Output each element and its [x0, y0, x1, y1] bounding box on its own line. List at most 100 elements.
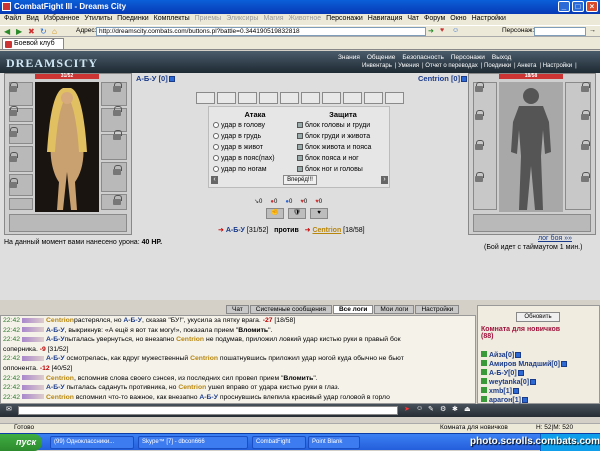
room-user-name[interactable]: weytanka[0]: [489, 379, 529, 386]
exit-icon[interactable]: ⏏: [464, 405, 471, 413]
chat-nick[interactable]: А-Б-У: [123, 317, 142, 324]
heal-action-button[interactable]: ♥: [310, 208, 328, 219]
skill-slot[interactable]: [259, 92, 278, 104]
start-button[interactable]: пуск: [0, 434, 42, 451]
room-user[interactable]: А-Б-У[0]: [481, 369, 524, 377]
attack-go-button[interactable]: Вперёд!!!: [283, 175, 317, 185]
chat-tab[interactable]: Настройки: [415, 305, 460, 314]
menu-item[interactable]: Навигация: [368, 15, 403, 22]
menu-item[interactable]: Комплекты: [154, 15, 190, 22]
menu-item[interactable]: Персонажи: [326, 15, 363, 22]
checkbox-icon[interactable]: [297, 133, 303, 140]
room-user-name[interactable]: Айза[0]: [489, 352, 514, 359]
quick-slots[interactable]: [9, 214, 127, 232]
info-icon[interactable]: [512, 388, 519, 395]
info-icon[interactable]: [168, 76, 175, 83]
menu-item[interactable]: Приемы: [195, 15, 222, 22]
minimize-button[interactable]: _: [558, 1, 570, 12]
site-nav-subitem[interactable]: Анкета: [517, 63, 536, 69]
chat-tab[interactable]: Системные сообщения: [249, 305, 332, 314]
room-user[interactable]: Айза[0]: [481, 351, 522, 359]
room-user-name[interactable]: арагон[1]: [489, 397, 521, 404]
forward-icon[interactable]: ▶: [16, 27, 22, 36]
skill-slot[interactable]: [196, 92, 215, 104]
search-go-icon[interactable]: →: [589, 27, 596, 34]
skill-slot[interactable]: [217, 92, 236, 104]
menu-item[interactable]: Настройки: [472, 15, 506, 22]
menu-item[interactable]: Вид: [26, 15, 39, 22]
block-option[interactable]: блок ног и головы: [297, 166, 363, 173]
filter-icon[interactable]: ⚙: [440, 405, 446, 413]
chat-tab[interactable]: Чат: [226, 305, 249, 314]
battle-log-link[interactable]: лог боя »»: [538, 235, 572, 242]
attack-option[interactable]: удар по ногам: [213, 166, 267, 173]
menu-item[interactable]: Окно: [450, 15, 466, 22]
block-option[interactable]: блок головы и груди: [297, 122, 370, 129]
back-icon[interactable]: ◀: [4, 27, 10, 36]
smile-icon[interactable]: ☺: [416, 405, 423, 412]
skill-slot[interactable]: [364, 92, 383, 104]
menu-item[interactable]: Поединки: [117, 15, 149, 22]
skill-slot[interactable]: [280, 92, 299, 104]
attack-option[interactable]: удар в пояс(пах): [213, 155, 275, 162]
menu-item[interactable]: Магия: [263, 15, 283, 22]
chat-nick[interactable]: Centrion: [46, 317, 74, 324]
chat-tab[interactable]: Все логи: [332, 305, 374, 314]
info-icon[interactable]: [521, 397, 528, 404]
block-action-button[interactable]: 🛡: [288, 208, 306, 219]
checkbox-icon[interactable]: [297, 155, 303, 162]
taskbar-item[interactable]: Skype™ [7] - dbcon666: [138, 436, 248, 449]
chat-nick[interactable]: Centrion: [46, 375, 74, 382]
attack-option[interactable]: удар в грудь: [213, 133, 261, 140]
player-name[interactable]: А-Б-У [0]: [136, 74, 175, 83]
site-nav-subitem[interactable]: Поединки: [484, 63, 511, 69]
info-icon[interactable]: [515, 352, 522, 359]
site-nav-item[interactable]: Выход: [492, 54, 511, 61]
block-option[interactable]: блок живота и пояса: [297, 144, 371, 151]
clear-icon[interactable]: ✎: [428, 405, 434, 413]
chat-nick[interactable]: Centrion: [190, 355, 218, 362]
radio-icon[interactable]: [213, 122, 219, 129]
room-user-name[interactable]: А-Б-У[0]: [489, 370, 517, 377]
info-icon[interactable]: [560, 361, 567, 368]
hit-action-button[interactable]: ✊: [266, 208, 284, 219]
site-nav-item[interactable]: Знания: [338, 54, 360, 61]
checkbox-icon[interactable]: [297, 144, 303, 151]
room-user-name[interactable]: Амиров Младший[0]: [489, 361, 560, 368]
chat-nick[interactable]: Centrion: [176, 336, 204, 343]
translit-icon[interactable]: ✱: [452, 405, 458, 413]
skill-slot[interactable]: [385, 92, 404, 104]
radio-icon[interactable]: [213, 166, 219, 173]
bookmark-icon[interactable]: ♥: [440, 27, 444, 34]
skill-slot[interactable]: [343, 92, 362, 104]
room-user[interactable]: Амиров Младший[0]: [481, 360, 567, 368]
chat-nick[interactable]: А-Б-У: [46, 384, 65, 391]
taskbar-item[interactable]: CombatFight: [252, 436, 306, 449]
skill-slot[interactable]: [322, 92, 341, 104]
chevron-left-icon[interactable]: ‹: [211, 176, 218, 184]
site-nav-subitem[interactable]: Инвентарь: [362, 63, 392, 69]
refresh-icon[interactable]: ↻: [40, 27, 47, 36]
user-icon[interactable]: ☺: [452, 27, 459, 34]
site-nav-item[interactable]: Персонажи: [451, 54, 485, 61]
chat-nick[interactable]: А-Б-У: [46, 336, 65, 343]
stop-icon[interactable]: ✖: [28, 27, 35, 36]
taskbar-item[interactable]: (99) Одноклассники...: [50, 436, 134, 449]
enemy-name[interactable]: Centrion [0]: [418, 74, 468, 83]
site-nav-subitem[interactable]: Настройки: [543, 63, 572, 69]
room-user[interactable]: xmb[1]: [481, 387, 519, 395]
maximize-button[interactable]: □: [572, 1, 584, 12]
menu-item[interactable]: Избранное: [44, 15, 79, 22]
radio-icon[interactable]: [213, 133, 219, 140]
go-icon[interactable]: ➜: [428, 27, 434, 35]
radio-icon[interactable]: [213, 155, 219, 162]
menu-item[interactable]: Утилиты: [84, 15, 112, 22]
menu-item[interactable]: Файл: [4, 15, 21, 22]
address-input[interactable]: http://dreamscity.combats.com/buttons.pl…: [96, 27, 426, 36]
info-icon[interactable]: [517, 370, 524, 377]
menu-item[interactable]: Животное: [289, 15, 322, 22]
menu-item[interactable]: Эликсиры: [226, 15, 258, 22]
info-icon[interactable]: [461, 76, 468, 83]
radio-icon[interactable]: [213, 144, 219, 151]
refresh-button[interactable]: Обновить: [516, 312, 560, 322]
